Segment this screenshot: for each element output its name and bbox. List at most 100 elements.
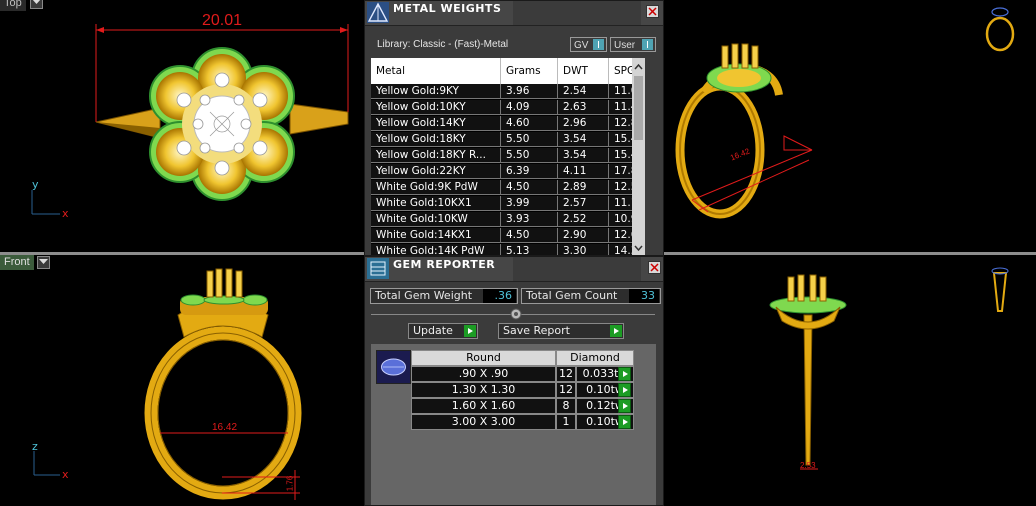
table-cell: 2.96	[558, 116, 609, 131]
table-cell: 2.89	[558, 180, 609, 195]
front-view-canvas	[33, 268, 302, 500]
viewport-front[interactable]: 16.42 1.76 z x Front	[0, 255, 364, 506]
select-gem-arrow-icon[interactable]	[618, 399, 631, 413]
table-row[interactable]: White Gold:10KX1 3.99 2.57 11.18	[371, 196, 645, 212]
total-gem-weight-label: Total Gem Weight	[375, 289, 473, 302]
viewport-label-top[interactable]: Top	[0, 0, 26, 11]
table-row[interactable]: White Gold:10KW 3.93 2.52 10.99	[371, 212, 645, 228]
close-button[interactable]	[648, 261, 661, 274]
table-cell: Yellow Gold:22KY	[371, 164, 501, 179]
table-row[interactable]: Yellow Gold:18KY 5.50 3.54 15.41	[371, 132, 645, 148]
table-cell: 4.09	[501, 100, 558, 115]
table-cell: 4.50	[501, 228, 558, 243]
table-header: Metal Grams DWT SPG	[371, 58, 645, 84]
table-cell: Yellow Gold:18KY	[371, 132, 501, 147]
column-header-grams[interactable]: Grams	[501, 58, 558, 84]
viewport-menu-dropdown[interactable]	[30, 0, 43, 9]
column-header-metal[interactable]: Metal	[371, 58, 501, 84]
metal-weights-table[interactable]: Metal Grams DWT SPG Yellow Gold:9KY 3.96 2…	[371, 58, 645, 255]
total-gem-count-label: Total Gem Count	[526, 289, 618, 302]
slider-knob-icon[interactable]	[509, 307, 523, 321]
scroll-down-icon[interactable]	[632, 242, 645, 254]
table-cell: White Gold:9K PdW	[371, 180, 501, 195]
select-gem-arrow-icon[interactable]	[618, 415, 631, 429]
gem-reporter-panel[interactable]: GEM REPORTER Total Gem Weight .36 Total …	[364, 256, 664, 506]
gv-toggle[interactable]: GV	[570, 37, 607, 52]
metal-weights-panel[interactable]: METAL WEIGHTS Library: Classic - (Fast)-…	[364, 0, 664, 256]
table-cell: Yellow Gold:14KY	[371, 116, 501, 131]
axis-z-label: z	[32, 440, 38, 453]
gem-count-cell: 12	[556, 366, 576, 382]
table-cell: Yellow Gold:18KY R...	[371, 148, 501, 163]
viewport-top[interactable]: 20.01 y x Top	[0, 0, 364, 252]
axis-x-label-front: x	[62, 468, 69, 481]
select-gem-arrow-icon[interactable]	[618, 383, 631, 397]
top-view-canvas	[31, 24, 349, 215]
metal-weights-title: METAL WEIGHTS	[393, 2, 502, 15]
front-dimension-label: 16.42	[212, 422, 238, 433]
table-cell: White Gold:10KW	[371, 212, 501, 227]
table-cell: 3.93	[501, 212, 558, 227]
table-row[interactable]: Yellow Gold:9KY 3.96 2.54 11.08	[371, 84, 645, 100]
gem-shape-thumbnail[interactable]	[376, 350, 411, 384]
save-report-button[interactable]: Save Report	[498, 323, 624, 339]
table-cell: White Gold:14K PdW	[371, 244, 501, 255]
gem-count-cell: 12	[556, 382, 576, 398]
update-button[interactable]: Update	[408, 323, 478, 339]
gem-size-cell: 3.00 X 3.00	[411, 414, 556, 430]
viewport-side[interactable]: 2.53	[664, 255, 1036, 506]
table-cell: 3.96	[501, 84, 558, 99]
library-label: Library: Classic - (Fast)-Metal	[377, 39, 509, 50]
gem-reporter-titlebar[interactable]: GEM REPORTER	[365, 257, 663, 282]
table-cell: 6.39	[501, 164, 558, 179]
table-cell: 4.11	[558, 164, 609, 179]
viewport-menu-dropdown-front[interactable]	[37, 256, 50, 269]
titlebar-stub	[513, 1, 641, 25]
close-icon	[648, 7, 657, 16]
table-cell: 3.54	[558, 148, 609, 163]
column-header-dwt[interactable]: DWT	[558, 58, 609, 84]
save-report-button-label: Save Report	[503, 324, 570, 337]
table-cell: 5.50	[501, 132, 558, 147]
gv-toggle-label: GV	[574, 40, 589, 51]
table-cell: Yellow Gold:9KY	[371, 84, 501, 99]
table-cell: 3.54	[558, 132, 609, 147]
gem-count-cell: 8	[556, 398, 576, 414]
table-cell: 2.54	[558, 84, 609, 99]
table-cell: 4.50	[501, 180, 558, 195]
table-cell: Yellow Gold:10KY	[371, 100, 501, 115]
table-cell: 2.63	[558, 100, 609, 115]
metal-weights-titlebar[interactable]: METAL WEIGHTS	[365, 1, 663, 26]
play-icon	[610, 325, 622, 337]
scroll-up-icon[interactable]	[632, 61, 645, 73]
table-cell: 5.50	[501, 148, 558, 163]
table-cell: 3.30	[558, 244, 609, 255]
table-cell: 5.13	[501, 244, 558, 255]
viewport-perspective[interactable]: 16.42	[664, 0, 1036, 252]
play-icon	[464, 325, 476, 337]
table-cell: White Gold:14KX1	[371, 228, 501, 243]
select-gem-arrow-icon[interactable]	[618, 367, 631, 381]
vertical-scrollbar[interactable]	[632, 58, 645, 255]
viewport-label-front[interactable]: Front	[0, 255, 34, 270]
gem-count-cell: 1	[556, 414, 576, 430]
close-icon	[650, 263, 659, 272]
table-row[interactable]: Yellow Gold:18KY R... 5.50 3.54 15.41	[371, 148, 645, 164]
total-gem-weight-value: .36	[483, 289, 516, 303]
user-toggle[interactable]: User	[610, 37, 656, 52]
gem-reporter-title: GEM REPORTER	[393, 258, 496, 271]
column-header-shape: Round	[411, 350, 556, 366]
close-button[interactable]	[646, 5, 659, 18]
table-row[interactable]: Yellow Gold:22KY 6.39 4.11 17.89	[371, 164, 645, 180]
table-row[interactable]: Yellow Gold:10KY 4.09 2.63 11.45	[371, 100, 645, 116]
toggle-indicator-icon	[642, 39, 653, 50]
table-row[interactable]: Yellow Gold:14KY 4.60 2.96 12.88	[371, 116, 645, 132]
perspective-view-canvas	[675, 7, 1015, 219]
scrollbar-thumb[interactable]	[634, 76, 643, 140]
side-view-canvas	[769, 267, 1009, 470]
table-row[interactable]: White Gold:9K PdW 4.50 2.89 12.59	[371, 180, 645, 196]
table-cell: 2.90	[558, 228, 609, 243]
table-row[interactable]: White Gold:14KX1 4.50 2.90 12.61	[371, 228, 645, 244]
table-row[interactable]: White Gold:14K PdW 5.13 3.30 14.37	[371, 244, 645, 255]
column-header-material: Diamond	[556, 350, 634, 366]
